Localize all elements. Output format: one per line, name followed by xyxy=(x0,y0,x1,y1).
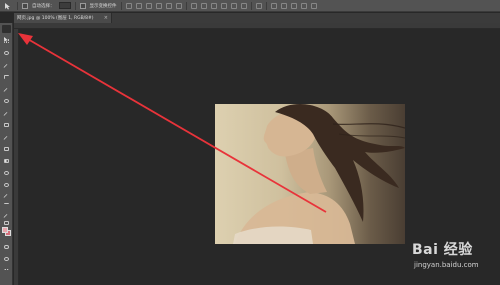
auto-align-layers-icon[interactable] xyxy=(255,2,262,9)
watermark-logo: Bai 经验 xyxy=(412,242,473,258)
show-transform-controls-checkbox[interactable] xyxy=(79,2,86,9)
move-tool-preset-icon[interactable] xyxy=(3,2,13,10)
separator xyxy=(265,1,267,10)
align-left-icon[interactable] xyxy=(155,2,162,9)
show-transform-controls-label: 显示变换控件 xyxy=(89,3,117,9)
document-image xyxy=(215,104,405,244)
separator xyxy=(74,1,76,10)
baidu-jingyan-watermark: Bai 经验 jingyan.baidu.com xyxy=(412,239,492,277)
quick-select-tool-icon[interactable] xyxy=(2,61,11,71)
brush-tool-icon[interactable] xyxy=(2,109,11,119)
3d-drag-icon[interactable] xyxy=(290,2,297,9)
document-tab-title: 网页.jpg @ 100% (图层 1, RGB/8#) xyxy=(17,16,94,21)
rectangle-tool-icon[interactable] xyxy=(2,219,11,227)
edit-toolbar-icon[interactable] xyxy=(2,267,11,275)
move-tool-icon[interactable] xyxy=(2,25,11,42)
document-tab[interactable]: 网页.jpg @ 100% (图层 1, RGB/8#) × xyxy=(14,13,112,23)
distribute-bottom-icon[interactable] xyxy=(210,2,217,9)
hand-tool-icon[interactable] xyxy=(2,243,11,251)
healing-brush-tool-icon[interactable] xyxy=(2,97,11,105)
separator xyxy=(250,1,252,10)
distribute-left-icon[interactable] xyxy=(220,2,227,9)
3d-slide-icon[interactable] xyxy=(300,2,307,9)
path-selection-tool-icon[interactable] xyxy=(2,211,11,221)
align-right-icon[interactable] xyxy=(175,2,182,9)
distribute-top-icon[interactable] xyxy=(190,2,197,9)
align-top-icon[interactable] xyxy=(125,2,132,9)
watermark-url: jingyan.baidu.com xyxy=(414,261,479,269)
history-brush-tool-icon[interactable] xyxy=(2,133,11,143)
eraser-tool-icon[interactable] xyxy=(2,145,11,153)
dodge-tool-icon[interactable] xyxy=(2,181,11,189)
auto-select-label: 自动选择： xyxy=(32,3,55,9)
separator xyxy=(17,1,18,10)
blur-tool-icon[interactable] xyxy=(2,169,11,177)
close-icon[interactable]: × xyxy=(104,15,108,21)
document-tab-bar: 网页.jpg @ 100% (图层 1, RGB/8#) × xyxy=(14,13,500,23)
gradient-tool-icon[interactable] xyxy=(2,157,11,165)
align-vertical-center-icon[interactable] xyxy=(135,2,142,9)
options-bar: 自动选择： 显示变换控件 xyxy=(0,0,500,12)
separator xyxy=(120,1,122,10)
lasso-tool-icon[interactable] xyxy=(2,49,11,57)
align-horizontal-center-icon[interactable] xyxy=(165,2,172,9)
auto-select-checkbox[interactable] xyxy=(22,2,28,9)
distribute-right-icon[interactable] xyxy=(240,2,247,9)
type-tool-icon[interactable] xyxy=(2,201,11,209)
clone-stamp-tool-icon[interactable] xyxy=(2,121,11,129)
distribute-hcenter-icon[interactable] xyxy=(230,2,237,9)
pen-tool-icon[interactable] xyxy=(2,191,11,201)
separator xyxy=(185,1,187,10)
3d-roll-icon[interactable] xyxy=(280,2,287,9)
tools-panel xyxy=(0,23,13,285)
align-bottom-icon[interactable] xyxy=(145,2,152,9)
marquee-tool-icon[interactable] xyxy=(2,37,11,45)
foreground-color-swatch[interactable] xyxy=(2,227,8,233)
crop-tool-icon[interactable] xyxy=(2,73,11,81)
eyedropper-tool-icon[interactable] xyxy=(2,85,11,95)
distribute-center-icon[interactable] xyxy=(200,2,207,9)
3d-rotate-icon[interactable] xyxy=(270,2,277,9)
auto-select-dropdown[interactable] xyxy=(58,2,71,9)
zoom-tool-icon[interactable] xyxy=(2,255,11,263)
3d-scale-icon[interactable] xyxy=(310,2,317,9)
